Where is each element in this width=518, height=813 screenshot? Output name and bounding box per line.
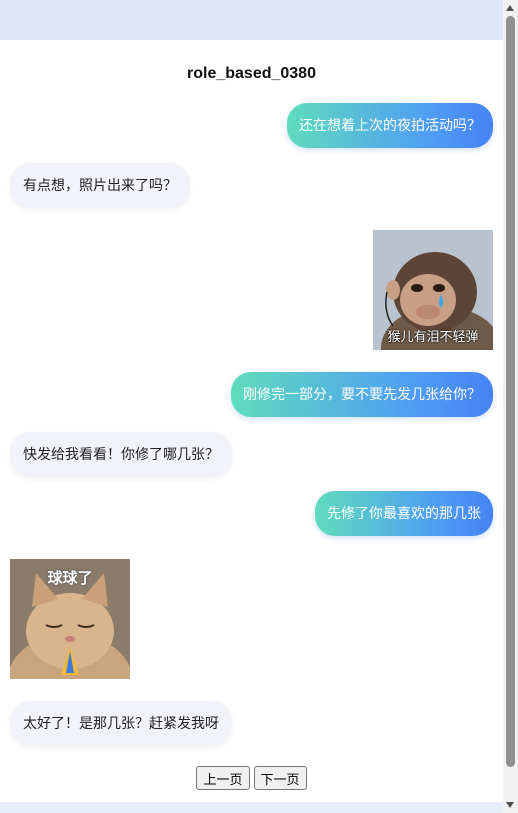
chat-title: role_based_0380 [187,65,316,82]
message-text: 先修了你最喜欢的那几张 [327,505,481,522]
sticker-crying-monkey[interactable]: 猴儿有泪不轻弹 [373,230,493,350]
message-bubble-sent: 刚修完一部分，要不要先发几张给你？ [231,372,493,417]
message-text: 刚修完一部分，要不要先发几张给你？ [243,386,481,403]
message-bubble-sent: 先修了你最喜欢的那几张 [315,491,493,536]
message-bubble-received: 有点想，照片出来了吗？ [10,163,190,208]
prev-page-button[interactable]: 上一页 [196,766,250,790]
chat-panel: role_based_0380 还在想着上次的夜拍活动吗？ 有点想，照片出来了吗… [0,40,503,802]
sticker-praying-cat[interactable]: 球球了 [10,559,130,679]
next-page-button[interactable]: 下一页 [253,766,307,790]
message-bubble-received: 快发给我看看！你修了哪几张？ [10,432,232,477]
scrollbar-thumb[interactable] [506,16,515,767]
pagination: 上一页 下一页 [0,766,503,790]
sticker-caption: 猴儿有泪不轻弹 [387,330,479,345]
message-text: 太好了！是那几张？赶紧发我呀 [23,715,219,732]
message-text: 快发给我看看！你修了哪几张？ [23,446,219,463]
message-text: 有点想，照片出来了吗？ [23,177,177,194]
vertical-scrollbar[interactable] [503,0,518,813]
message-bubble-received: 太好了！是那几张？赶紧发我呀 [10,701,232,746]
message-bubble-sent: 还在想着上次的夜拍活动吗？ [287,103,493,148]
message-text: 还在想着上次的夜拍活动吗？ [299,117,481,134]
sticker-caption: 球球了 [47,569,93,587]
scroll-up-arrow-icon[interactable] [506,5,514,11]
scroll-down-arrow-icon[interactable] [506,802,514,808]
